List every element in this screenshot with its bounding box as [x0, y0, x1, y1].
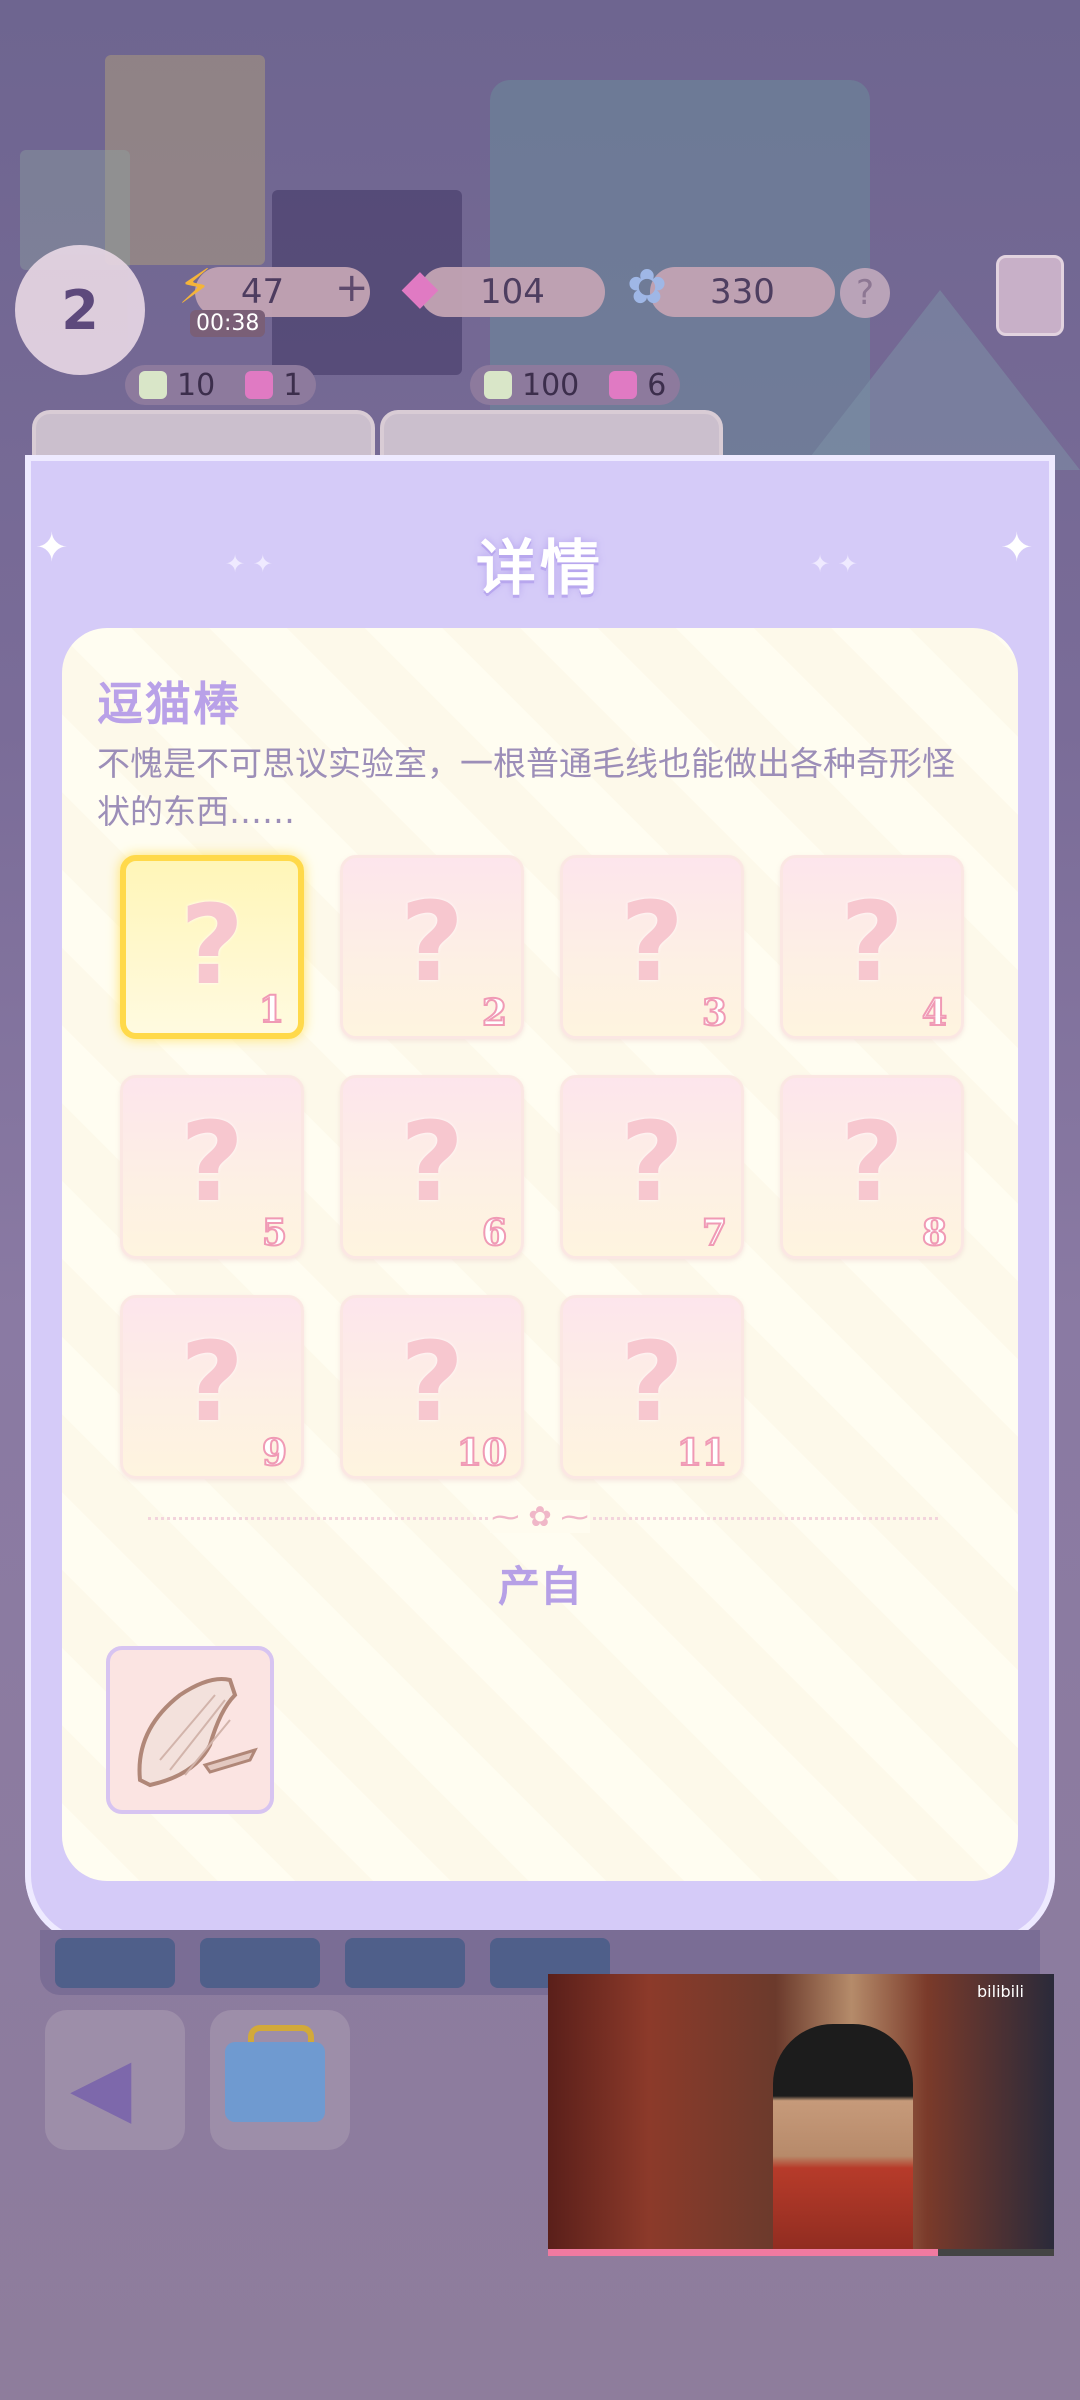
tray-box — [200, 1938, 320, 1988]
shop-price: 100 — [522, 367, 580, 403]
evolution-slot-9[interactable]: ? 9 — [120, 1295, 304, 1479]
bow-icon: ⁓ ✿ ⁓ — [490, 1500, 590, 1533]
unknown-item-icon: ? — [400, 878, 464, 1006]
dialog-title: 详情 — [476, 534, 604, 604]
bag-icon — [225, 2042, 325, 2122]
evolution-slot-3[interactable]: ? 3 — [560, 855, 744, 1039]
slot-number: 3 — [701, 991, 728, 1035]
tray-box — [345, 1938, 465, 1988]
gem-icon — [245, 371, 274, 399]
star-value: 330 — [710, 272, 775, 312]
card-collection-button[interactable] — [996, 255, 1064, 336]
evolution-slot-6[interactable]: ? 6 — [340, 1075, 524, 1259]
evolution-slot-4[interactable]: ? 4 — [780, 855, 964, 1039]
gem-icon: ◆ — [401, 259, 439, 315]
source-item-slot[interactable] — [106, 1646, 274, 1814]
level-number: 2 — [61, 278, 99, 342]
shop-price-row: 100 6 — [470, 365, 681, 405]
ticket-icon — [139, 371, 167, 399]
ticket-icon — [484, 371, 512, 399]
player-level-badge[interactable]: 2 — [15, 245, 145, 375]
shop-count: 1 — [283, 367, 303, 403]
evolution-slot-2[interactable]: ? 2 — [340, 855, 524, 1039]
evolution-slot-1[interactable]: ? 1 — [120, 855, 304, 1039]
yarn-tool-icon — [137, 1677, 258, 1788]
unknown-item-icon: ? — [840, 878, 904, 1006]
shop-count: 6 — [647, 367, 667, 403]
gem-icon — [609, 371, 638, 399]
slot-number: 5 — [261, 1211, 288, 1255]
unknown-item-icon: ? — [180, 1318, 244, 1446]
energy-value: 47 — [240, 272, 285, 312]
evolution-slot-11[interactable]: ? 11 — [560, 1295, 744, 1479]
unknown-item-icon: ? — [400, 1318, 464, 1446]
slot-number: 7 — [701, 1211, 728, 1255]
help-button[interactable]: ? — [840, 268, 890, 318]
gem-value: 104 — [480, 272, 545, 312]
unknown-item-icon: ? — [840, 1098, 904, 1226]
add-energy-button[interactable]: + — [335, 265, 369, 311]
item-name: 逗猫棒 — [97, 677, 241, 731]
floating-video-player[interactable]: bilibili — [548, 1974, 1054, 2256]
rainbow-flower-icon: ✿ — [626, 259, 668, 315]
unknown-item-icon: ? — [400, 1098, 464, 1226]
evolution-slot-8[interactable]: ? 8 — [780, 1075, 964, 1259]
slot-number: 1 — [258, 988, 285, 1032]
video-progress-bar[interactable] — [548, 2249, 1054, 2256]
unknown-item-icon: ? — [620, 878, 684, 1006]
slot-number: 2 — [481, 991, 508, 1035]
energy-timer: 00:38 — [190, 310, 266, 337]
slot-number: 4 — [921, 991, 948, 1035]
slot-number: 8 — [921, 1211, 948, 1255]
unknown-item-icon: ? — [620, 1098, 684, 1226]
video-brand-logo: bilibili — [977, 1982, 1024, 2001]
shop-price: 10 — [177, 367, 216, 403]
tray-box — [55, 1938, 175, 1988]
evolution-slot-5[interactable]: ? 5 — [120, 1075, 304, 1259]
slot-number: 6 — [481, 1211, 508, 1255]
video-progress-fill — [548, 2249, 938, 2256]
evolution-slot-7[interactable]: ? 7 — [560, 1075, 744, 1259]
slot-number: 11 — [676, 1431, 728, 1475]
item-description: 不愧是不可思议实验室，一根普通毛线也能做出各种奇形怪状的东西…… — [97, 744, 955, 831]
source-label: 产自 — [497, 1562, 582, 1611]
unknown-item-icon: ? — [180, 1098, 244, 1226]
slot-number: 10 — [456, 1431, 508, 1475]
shop-price-row: 10 1 — [125, 365, 317, 405]
evolution-slot-10[interactable]: ? 10 — [340, 1295, 524, 1479]
unknown-item-icon: ? — [620, 1318, 684, 1446]
back-arrow-icon: ◀ — [70, 2040, 132, 2133]
slot-number: 9 — [261, 1431, 288, 1475]
video-person — [773, 2024, 913, 2256]
